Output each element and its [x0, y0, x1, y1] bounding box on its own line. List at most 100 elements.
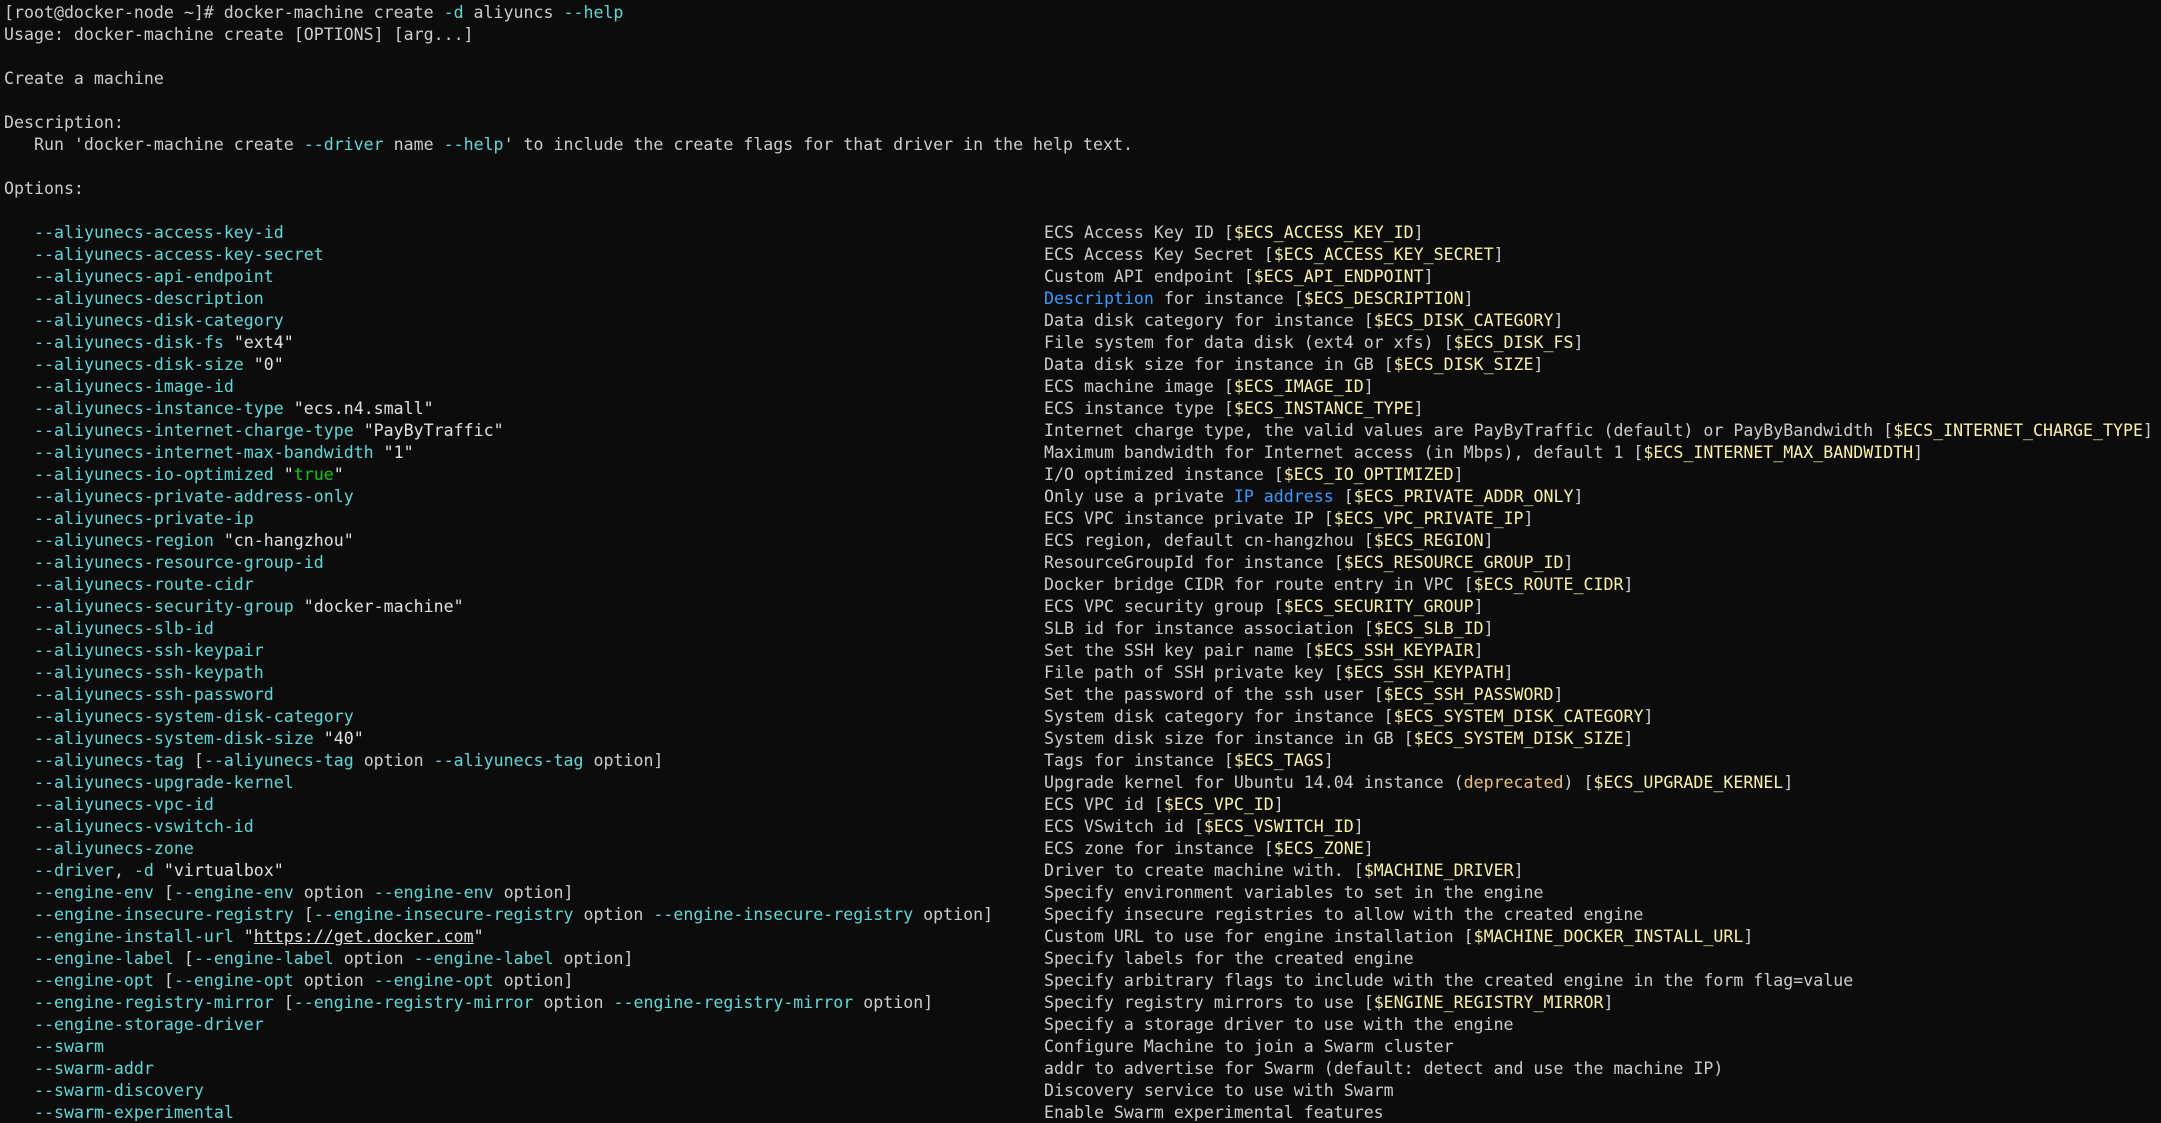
- text-segment: ECS region, default cn-hangzhou [: [1044, 531, 1374, 550]
- text-segment: option]: [493, 883, 574, 902]
- text-segment: --aliyunecs-instance-type: [34, 399, 284, 418]
- option-description: Set the password of the ssh user [$ECS_S…: [1044, 684, 1564, 706]
- text-segment: deprecated: [1463, 773, 1564, 792]
- option-row: --aliyunecs-image-id ECS machine image [$…: [4, 376, 2159, 398]
- option-flag: --aliyunecs-zone: [34, 838, 194, 860]
- option-row: --engine-insecure-registry [--engine-ins…: [4, 904, 2159, 926]
- text-segment: ]: [1363, 377, 1374, 396]
- text-segment[interactable]: https://get.docker.com: [254, 927, 474, 946]
- text-segment: ]: [1473, 597, 1484, 616]
- text-segment: --engine-insecure-registry: [313, 905, 574, 924]
- text-segment: $ECS_SECURITY_GROUP: [1283, 597, 1474, 616]
- text-segment: ) [: [1563, 773, 1594, 792]
- option-flag: --aliyunecs-private-address-only: [34, 486, 354, 508]
- text-segment: aliyuncs: [463, 3, 564, 22]
- text-segment: ": [273, 465, 294, 484]
- terminal-line: Options:: [4, 178, 2159, 200]
- terminal-line: [root@docker-node ~]# docker-machine cre…: [4, 2, 2159, 24]
- option-description: System disk category for instance [$ECS_…: [1044, 706, 1653, 728]
- text-segment: $ECS_ROUTE_CIDR: [1473, 575, 1624, 594]
- text-segment: [: [1333, 487, 1354, 506]
- text-segment: ECS zone for instance [: [1044, 839, 1274, 858]
- text-segment: $MACHINE_DOCKER_INSTALL_URL: [1473, 927, 1744, 946]
- text-segment: ]: [1463, 289, 1474, 308]
- option-row: --engine-storage-driver Specify a storage…: [4, 1014, 2159, 1036]
- terminal-line: Create a machine: [4, 68, 2159, 90]
- text-segment: $ECS_DESCRIPTION: [1303, 289, 1464, 308]
- text-segment: option: [573, 905, 654, 924]
- text-segment: --aliyunecs-disk-fs: [34, 333, 224, 352]
- text-segment: Enable Swarm experimental features: [1044, 1103, 1384, 1121]
- option-row: --engine-install-url "https://get.docker…: [4, 926, 2159, 948]
- text-segment: $ECS_UPGRADE_KERNEL: [1593, 773, 1784, 792]
- option-description: ECS VSwitch id [$ECS_VSWITCH_ID]: [1044, 816, 1364, 838]
- option-description: ECS Access Key Secret [$ECS_ACCESS_KEY_S…: [1044, 244, 1504, 266]
- text-segment: --aliyunecs-internet-max-bandwidth: [34, 443, 374, 462]
- text-segment: [: [273, 993, 294, 1012]
- option-description: Discovery service to use with Swarm: [1044, 1080, 1394, 1102]
- text-segment: ]: [1413, 223, 1424, 242]
- text-segment: --aliyunecs-upgrade-kernel: [34, 773, 294, 792]
- option-row: --swarm-addr addr to advertise for Swarm …: [4, 1058, 2159, 1080]
- text-segment: --aliyunecs-disk-category: [34, 311, 284, 330]
- text-segment: --aliyunecs-disk-size: [34, 355, 244, 374]
- terminal-line: Description:: [4, 112, 2159, 134]
- text-segment: ]: [1643, 707, 1654, 726]
- text-segment: Set the SSH key pair name [: [1044, 641, 1314, 660]
- option-flag: --engine-install-url "https://get.docker…: [34, 926, 484, 948]
- text-segment: [: [173, 949, 194, 968]
- text-segment: Options:: [4, 179, 84, 198]
- option-description: Description for instance [$ECS_DESCRIPTI…: [1044, 288, 1474, 310]
- text-segment: $ECS_VSWITCH_ID: [1203, 817, 1354, 836]
- text-segment: --engine-env: [373, 883, 494, 902]
- option-flag: --engine-env [--engine-env option --engi…: [34, 882, 574, 904]
- option-description: SLB id for instance association [$ECS_SL…: [1044, 618, 1494, 640]
- option-flag: --aliyunecs-private-ip: [34, 508, 254, 530]
- option-flag: --aliyunecs-slb-id: [34, 618, 214, 640]
- option-flag: --aliyunecs-access-key-id: [34, 222, 284, 244]
- option-row: --aliyunecs-slb-id SLB id for instance as…: [4, 618, 2159, 640]
- text-segment: $ECS_ZONE: [1273, 839, 1364, 858]
- text-segment: $MACHINE_DRIVER: [1363, 861, 1514, 880]
- option-row: --aliyunecs-system-disk-category System d…: [4, 706, 2159, 728]
- option-row: --aliyunecs-api-endpoint Custom API endpo…: [4, 266, 2159, 288]
- option-flag: --aliyunecs-resource-group-id: [34, 552, 324, 574]
- text-segment: File system for data disk (ext4 or xfs) …: [1044, 333, 1454, 352]
- text-segment: $ECS_SLB_ID: [1373, 619, 1484, 638]
- text-segment: I/O optimized instance [: [1044, 465, 1284, 484]
- text-segment: [: [293, 905, 314, 924]
- text-segment: "ext4": [223, 333, 294, 352]
- options-list: --aliyunecs-access-key-id ECS Access Key …: [4, 222, 2159, 1121]
- option-flag: --aliyunecs-disk-fs "ext4": [34, 332, 294, 354]
- text-segment: ]: [1513, 861, 1524, 880]
- text-segment: ECS Access Key ID [: [1044, 223, 1234, 242]
- text-segment: ]: [1553, 311, 1564, 330]
- option-flag: --swarm: [34, 1036, 104, 1058]
- option-flag: --aliyunecs-region "cn-hangzhou": [34, 530, 354, 552]
- option-flag: --aliyunecs-description: [34, 288, 264, 310]
- text-segment: Only use a private: [1044, 487, 1234, 506]
- text-segment: --engine-label: [413, 949, 554, 968]
- text-segment: true: [293, 465, 334, 484]
- option-flag: --engine-registry-mirror [--engine-regis…: [34, 992, 933, 1014]
- text-segment: option: [293, 971, 374, 990]
- option-flag: --aliyunecs-internet-max-bandwidth "1": [34, 442, 414, 464]
- option-description: Tags for instance [$ECS_TAGS]: [1044, 750, 1334, 772]
- text-segment: [: [183, 751, 204, 770]
- text-segment: [: [153, 971, 174, 990]
- text-segment: option: [533, 993, 614, 1012]
- text-segment: --aliyunecs-access-key-secret: [34, 245, 324, 264]
- text-segment: ": [233, 927, 254, 946]
- text-segment: $ECS_DISK_CATEGORY: [1373, 311, 1554, 330]
- text-segment: --aliyunecs-io-optimized: [34, 465, 274, 484]
- option-description: ECS zone for instance [$ECS_ZONE]: [1044, 838, 1374, 860]
- option-flag: --aliyunecs-disk-size "0": [34, 354, 284, 376]
- text-segment: $ECS_API_ENDPOINT: [1253, 267, 1424, 286]
- terminal-output[interactable]: [root@docker-node ~]# docker-machine cre…: [4, 2, 2159, 1121]
- text-segment: ,: [113, 861, 134, 880]
- text-segment: Data disk category for instance [: [1044, 311, 1374, 330]
- option-flag: --engine-insecure-registry [--engine-ins…: [34, 904, 993, 926]
- text-segment: ]: [1483, 619, 1494, 638]
- option-description: Custom API endpoint [$ECS_API_ENDPOINT]: [1044, 266, 1434, 288]
